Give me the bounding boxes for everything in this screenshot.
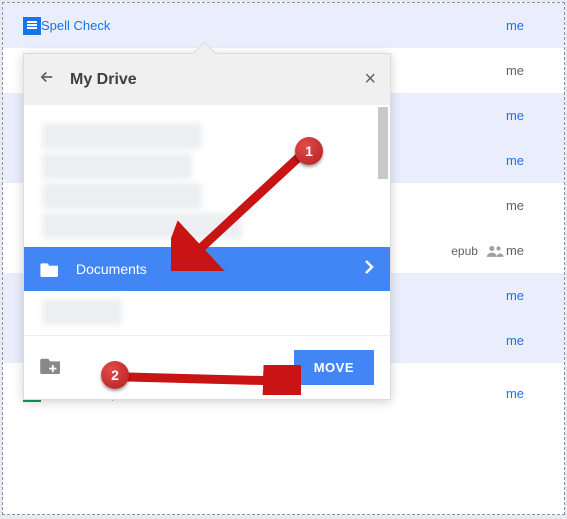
file-ext: epub [451, 244, 478, 258]
file-name: Spell Check [41, 18, 110, 33]
folder-item[interactable] [42, 153, 192, 179]
folder-item-selected[interactable]: Documents [24, 247, 390, 291]
folder-item[interactable] [42, 123, 202, 149]
popup-body: Documents [24, 105, 390, 325]
owner-cell: me [506, 18, 544, 33]
new-folder-button[interactable] [40, 356, 62, 379]
owner-cell: me [506, 386, 544, 401]
file-row[interactable]: Spell Check me [3, 3, 564, 48]
popup-header: My Drive × [24, 54, 390, 105]
owner-cell: me [506, 243, 544, 258]
folder-item[interactable] [42, 299, 122, 325]
folder-label: Documents [76, 261, 147, 277]
popup-title: My Drive [70, 71, 137, 89]
scrollbar-thumb[interactable] [378, 107, 388, 179]
owner-cell: me [506, 153, 544, 168]
folder-icon [40, 261, 60, 277]
owner-cell: me [506, 288, 544, 303]
popup-footer: MOVE [24, 335, 390, 399]
shared-icon [486, 244, 506, 258]
annotation-badge-1: 1 [295, 137, 323, 165]
close-button[interactable]: × [364, 68, 376, 91]
move-popup: My Drive × Documents MOVE [23, 53, 391, 400]
move-button[interactable]: MOVE [294, 350, 374, 385]
folder-item[interactable] [42, 213, 242, 239]
folder-item[interactable] [42, 183, 202, 209]
owner-cell: me [506, 333, 544, 348]
annotation-badge-2: 2 [101, 361, 129, 389]
back-button[interactable] [38, 68, 56, 91]
owner-cell: me [506, 108, 544, 123]
docs-icon [23, 17, 41, 35]
page-frame: Spell Check me me me me me epub me me me… [2, 2, 565, 515]
chevron-right-icon [364, 258, 374, 281]
owner-cell: me [506, 63, 544, 78]
owner-cell: me [506, 198, 544, 213]
